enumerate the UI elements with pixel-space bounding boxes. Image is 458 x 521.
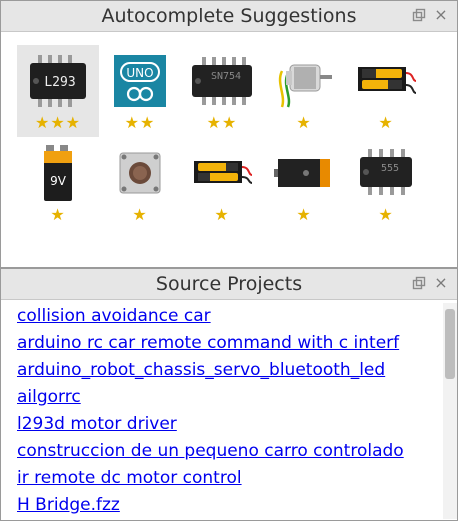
suggestion-row: 9V ★ ★ ★ ★ 555 ★ xyxy=(17,137,443,229)
rating-stars: ★ xyxy=(378,113,394,132)
source-project-link[interactable]: arduino_robot_chassis_servo_bluetooth_le… xyxy=(17,357,443,384)
source-project-link[interactable]: l293d motor driver xyxy=(17,411,443,438)
rating-stars: ★ xyxy=(296,113,312,132)
suggestion-item-battery-holder-2[interactable]: ★ xyxy=(181,137,263,229)
dc-motor-icon xyxy=(278,64,332,108)
svg-text:555: 555 xyxy=(381,163,399,174)
source-projects-list: collision avoidance car arduino rc car r… xyxy=(17,303,443,519)
suggestion-grid: L293 ★★★ UNO ★★ SN754 ★★ ★ ★ 9V ★ ★ ★ ★ … xyxy=(17,45,443,229)
suggestion-item-dc-motor[interactable]: ★ xyxy=(263,45,345,137)
close-icon[interactable]: × xyxy=(433,275,449,291)
float-window-icon[interactable] xyxy=(411,275,427,291)
rating-stars: ★★ xyxy=(124,113,156,132)
autocomplete-panel-title: Autocomplete Suggestions xyxy=(101,5,357,27)
suggestion-item-arduino-uno[interactable]: UNO ★★ xyxy=(99,45,181,137)
rating-stars: ★★ xyxy=(206,113,238,132)
source-project-link[interactable]: construccion de un pequeno carro control… xyxy=(17,438,443,465)
source-projects-panel: Source Projects × collision avoidance ca… xyxy=(0,268,458,521)
svg-text:L293: L293 xyxy=(44,75,75,90)
source-projects-scrollbar[interactable] xyxy=(443,303,457,519)
source-projects-panel-header[interactable]: Source Projects × xyxy=(1,269,457,300)
battery-9v-icon: 9V xyxy=(44,145,72,201)
rating-stars: ★ xyxy=(214,205,230,224)
suggestion-item-battery-pack[interactable]: ★ xyxy=(263,137,345,229)
arduino-uno-icon: UNO xyxy=(114,55,166,107)
suggestion-item-battery-9v[interactable]: 9V ★ xyxy=(17,137,99,229)
source-project-link[interactable]: ailgorrc xyxy=(17,384,443,411)
battery-holder-2-icon xyxy=(194,161,253,184)
autocomplete-suggestions-panel: Autocomplete Suggestions × L293 ★★★ UNO … xyxy=(0,0,458,268)
l293-ic-icon: L293 xyxy=(30,55,86,107)
555-ic-icon: 555 xyxy=(360,149,412,195)
source-project-link[interactable]: arduino rc car remote command with c int… xyxy=(17,330,443,357)
suggestion-item-battery-holder[interactable]: ★ xyxy=(345,45,427,137)
rating-stars: ★★★ xyxy=(34,113,82,132)
suggestion-item-sn754[interactable]: SN754 ★★ xyxy=(181,45,263,137)
rating-stars: ★ xyxy=(132,205,148,224)
suggestion-item-555[interactable]: 555 ★ xyxy=(345,137,427,229)
source-projects-panel-title: Source Projects xyxy=(155,273,303,295)
svg-text:SN754: SN754 xyxy=(211,71,241,82)
source-projects-panel-controls: × xyxy=(411,275,449,291)
source-project-link[interactable]: ir remote dc motor control xyxy=(17,465,443,492)
rating-stars: ★ xyxy=(378,205,394,224)
autocomplete-panel-header[interactable]: Autocomplete Suggestions × xyxy=(1,1,457,32)
suggestion-item-l293[interactable]: L293 ★★★ xyxy=(17,45,99,137)
battery-pack-icon xyxy=(274,159,330,187)
svg-text:UNO: UNO xyxy=(126,66,153,80)
push-button-icon xyxy=(119,152,161,194)
battery-holder-icon xyxy=(358,67,417,94)
scrollbar-thumb[interactable] xyxy=(445,309,455,379)
float-window-icon[interactable] xyxy=(411,7,427,23)
close-icon[interactable]: × xyxy=(433,7,449,23)
suggestion-row: L293 ★★★ UNO ★★ SN754 ★★ ★ ★ xyxy=(17,45,443,137)
source-project-link[interactable]: collision avoidance car xyxy=(17,303,443,330)
suggestion-item-push-button[interactable]: ★ xyxy=(99,137,181,229)
sn754-ic-icon: SN754 xyxy=(192,57,252,105)
rating-stars: ★ xyxy=(296,205,312,224)
autocomplete-panel-controls: × xyxy=(411,7,449,23)
rating-stars: ★ xyxy=(50,205,66,224)
svg-text:9V: 9V xyxy=(50,174,67,188)
source-project-link[interactable]: H Bridge.fzz xyxy=(17,492,443,519)
app-window: Autocomplete Suggestions × L293 ★★★ UNO … xyxy=(0,0,458,521)
